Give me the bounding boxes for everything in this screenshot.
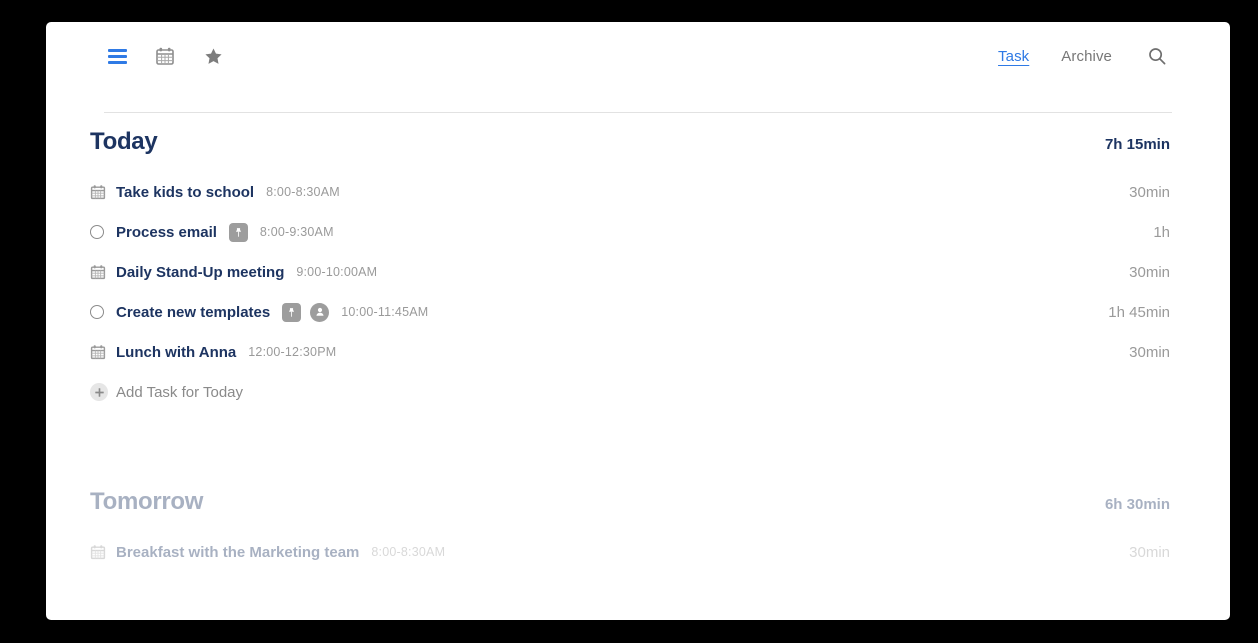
- section-total-duration: 6h 30min: [1104, 496, 1170, 513]
- calendar-icon: [90, 185, 106, 200]
- task-time-range: 8:00-9:30AM: [259, 225, 334, 239]
- plus-icon-glyph: [94, 387, 104, 397]
- task-row[interactable]: Lunch with Anna 12:00-12:30PM 30min: [90, 332, 1170, 372]
- top-toolbar: Task Archive: [46, 22, 1230, 90]
- task-list-content: Today 7h 15min Take kids to school 8:00-…: [46, 128, 1230, 572]
- task-title: Process email: [116, 223, 217, 241]
- task-row[interactable]: Process email 8:00-9:30AM 1h: [90, 212, 1170, 252]
- task-title: Breakfast with the Marketing team: [116, 543, 360, 561]
- task-row-main: Take kids to school 8:00-8:30AM: [90, 184, 1129, 201]
- task-duration: 1h: [1153, 223, 1170, 241]
- menu-icon[interactable]: [104, 43, 130, 69]
- task-row-main: Create new templates 10:00-11:45AM: [90, 302, 1108, 322]
- task-row[interactable]: Take kids to school 8:00-8:30AM 30min: [90, 172, 1170, 212]
- pin-badge-icon[interactable]: [228, 222, 248, 242]
- task-row-main: Daily Stand-Up meeting 9:00-10:00AM: [90, 264, 1129, 281]
- add-task-label: Add Task for Today: [116, 383, 244, 401]
- task-row-main: Breakfast with the Marketing team 8:00-8…: [90, 544, 1129, 561]
- task-lead-icon[interactable]: [90, 544, 116, 560]
- task-time-range: 8:00-8:30AM: [266, 185, 340, 199]
- task-time-range: 12:00-12:30PM: [248, 345, 337, 359]
- task-title: Take kids to school: [116, 183, 255, 201]
- task-lead-icon[interactable]: [90, 184, 116, 200]
- task-row[interactable]: Daily Stand-Up meeting 9:00-10:00AM 30mi…: [90, 252, 1170, 292]
- task-title: Lunch with Anna: [116, 343, 237, 361]
- calendar-icon: [90, 265, 106, 280]
- task-section: Today 7h 15min Take kids to school 8:00-…: [90, 128, 1170, 412]
- toolbar-divider: [104, 112, 1172, 113]
- star-icon-glyph: [204, 48, 222, 64]
- task-badges: [282, 302, 330, 322]
- task-duration: 30min: [1129, 343, 1170, 361]
- task-row[interactable]: Breakfast with the Marketing team 8:00-8…: [90, 532, 1170, 572]
- task-checkbox[interactable]: [90, 225, 104, 239]
- task-duration: 30min: [1129, 263, 1170, 281]
- nav-group: Task Archive: [998, 43, 1170, 69]
- task-row-main: Process email 8:00-9:30AM: [90, 222, 1153, 242]
- task-section: Tomorrow 6h 30min Breakfast with the Mar…: [90, 488, 1170, 572]
- task-duration: 30min: [1129, 183, 1170, 201]
- task-time-range: 8:00-8:30AM: [371, 545, 446, 559]
- search-icon[interactable]: [1144, 43, 1170, 69]
- task-lead-icon[interactable]: [90, 344, 116, 360]
- star-icon[interactable]: [200, 43, 226, 69]
- section-total-duration: 7h 15min: [1104, 136, 1170, 153]
- calendar-icon[interactable]: [152, 43, 178, 69]
- add-task-plus-icon: [90, 383, 108, 401]
- calendar-icon-glyph: [156, 47, 174, 65]
- pin-badge-icon[interactable]: [282, 302, 302, 322]
- task-checkbox[interactable]: [90, 305, 104, 319]
- task-duration: 30min: [1129, 543, 1170, 561]
- section-header: Today 7h 15min: [90, 128, 1170, 156]
- section-title: Today: [90, 128, 158, 155]
- task-lead-icon[interactable]: [90, 225, 116, 239]
- tab-archive[interactable]: Archive: [1061, 48, 1112, 65]
- task-row[interactable]: Create new templates 10:00-11:45AM 1h 45…: [90, 292, 1170, 332]
- app-window: Task Archive Today 7h 15min Take kids to…: [46, 22, 1230, 620]
- task-row-main: Lunch with Anna 12:00-12:30PM: [90, 344, 1129, 361]
- search-icon-glyph: [1149, 48, 1166, 65]
- toolbar-icon-group: [104, 43, 226, 69]
- task-badges: [228, 222, 248, 242]
- section-title: Tomorrow: [90, 488, 204, 515]
- person-icon-glyph: [316, 307, 324, 316]
- section-header: Tomorrow 6h 30min: [90, 488, 1170, 516]
- task-time-range: 10:00-11:45AM: [341, 305, 429, 319]
- task-lead-icon[interactable]: [90, 305, 116, 319]
- tab-task[interactable]: Task: [998, 48, 1029, 65]
- add-task-button[interactable]: Add Task for Today: [90, 372, 1170, 412]
- calendar-icon: [90, 345, 106, 360]
- pin-icon-glyph: [289, 307, 295, 317]
- task-title: Create new templates: [116, 303, 271, 321]
- pin-icon-glyph: [235, 227, 241, 237]
- task-duration: 1h 45min: [1108, 303, 1170, 321]
- person-badge-icon[interactable]: [310, 302, 330, 322]
- menu-icon-bars: [107, 48, 127, 64]
- calendar-icon: [90, 545, 106, 560]
- task-lead-icon[interactable]: [90, 264, 116, 280]
- task-title: Daily Stand-Up meeting: [116, 263, 285, 281]
- task-time-range: 9:00-10:00AM: [296, 265, 378, 279]
